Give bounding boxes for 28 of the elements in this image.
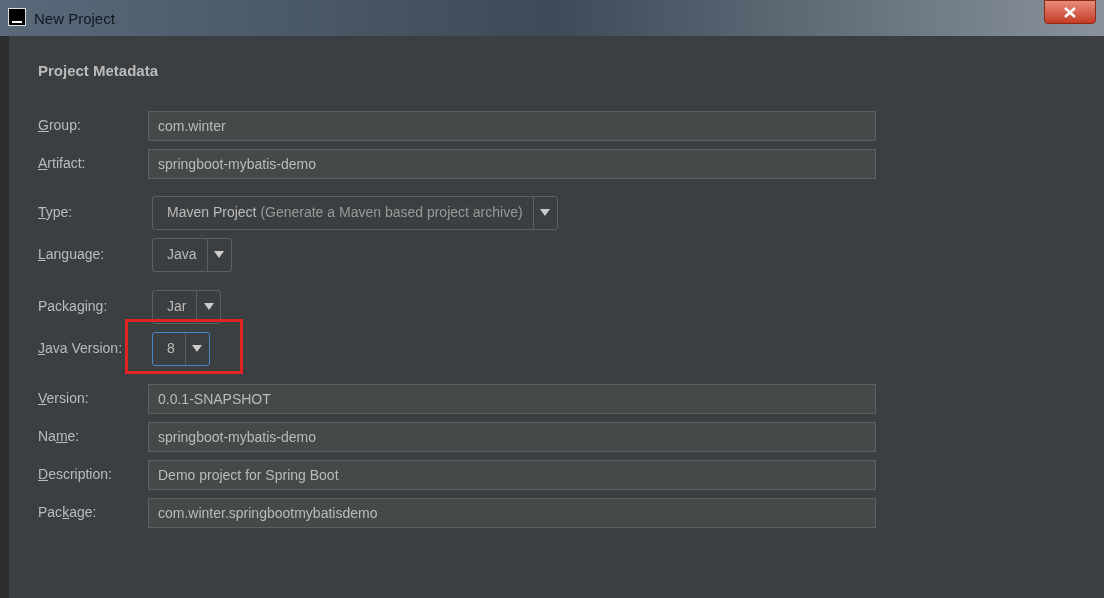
app-icon bbox=[8, 8, 26, 26]
text-field[interactable]: springboot-mybatis-demo bbox=[148, 421, 876, 452]
caret-icon bbox=[203, 303, 214, 310]
field-label: Package: bbox=[38, 503, 98, 522]
field-label: Packaging: bbox=[38, 297, 109, 316]
dropdown[interactable]: 8 bbox=[152, 331, 210, 366]
text-field[interactable]: springboot-mybatis-demo bbox=[148, 148, 876, 179]
field-label: Description: bbox=[38, 465, 113, 484]
close-icon bbox=[1064, 6, 1076, 18]
text-field[interactable]: Demo project for Spring Boot bbox=[148, 459, 876, 490]
caret-icon bbox=[540, 209, 551, 216]
field-label: Name: bbox=[38, 427, 81, 446]
section-heading: Project Metadata bbox=[38, 61, 160, 81]
text-field[interactable]: 0.0.1-SNAPSHOT bbox=[148, 383, 876, 414]
caret-icon bbox=[214, 251, 225, 258]
close-button[interactable] bbox=[1044, 0, 1096, 24]
caret-icon bbox=[192, 345, 203, 352]
field-label: Language: bbox=[38, 245, 106, 264]
dropdown[interactable]: Java bbox=[152, 237, 232, 272]
window-title: New Project bbox=[34, 9, 115, 29]
text-field[interactable]: com.winter.springbootmybatisdemo bbox=[148, 497, 876, 528]
dropdown[interactable]: Maven Project (Generate a Maven based project archive) bbox=[152, 195, 558, 230]
field-label: Version: bbox=[38, 389, 90, 408]
field-label: Type: bbox=[38, 203, 74, 222]
field-label: Group: bbox=[38, 116, 82, 135]
field-label: Java Version: bbox=[38, 339, 124, 358]
field-label: Artifact: bbox=[38, 154, 87, 173]
text-field[interactable]: com.winter bbox=[148, 110, 876, 141]
